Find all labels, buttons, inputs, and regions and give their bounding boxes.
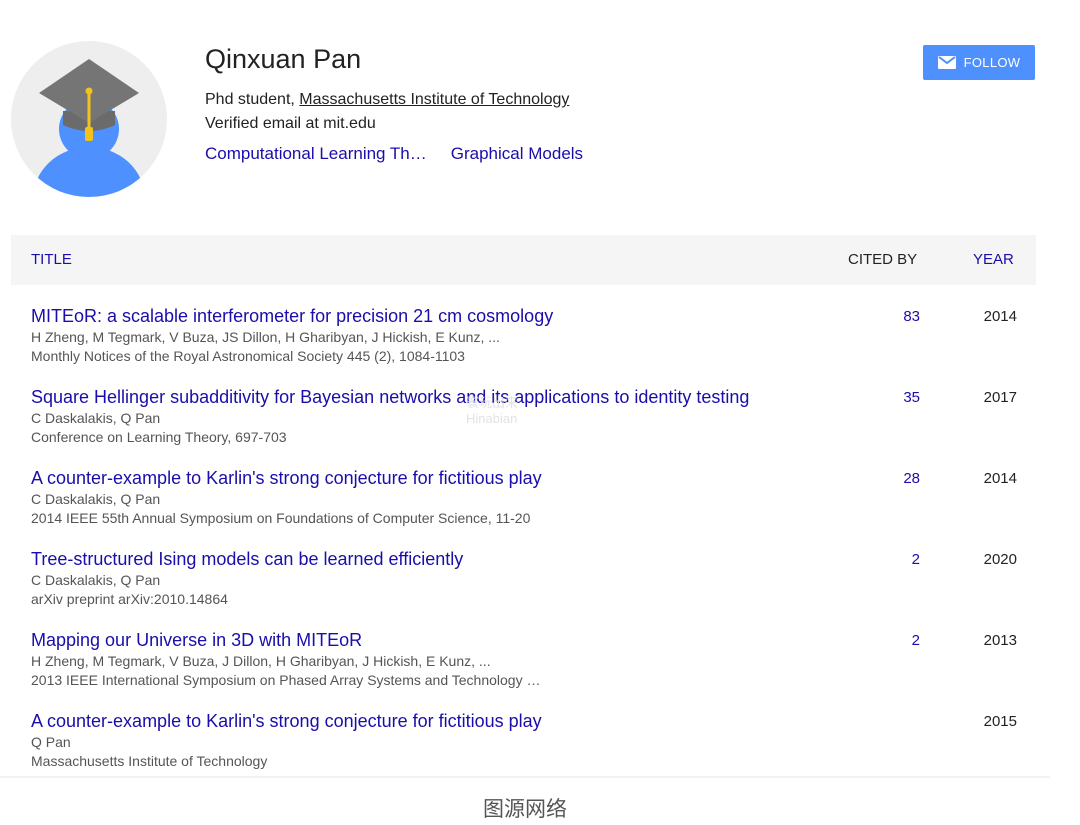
article-authors: Q Pan [31,734,71,750]
table-header: TITLE CITED BY YEAR [11,235,1036,285]
article-title-link[interactable]: A counter-example to Karlin's strong con… [31,710,542,732]
sort-by-title-header[interactable]: TITLE [31,251,72,268]
article-authors: C Daskalakis, Q Pan [31,572,161,588]
mail-icon [937,56,956,69]
article-year: 2014 [983,308,1017,325]
table-row: MITEoR: a scalable interferometer for pr… [11,297,1036,378]
table-row: A counter-example to Karlin's strong con… [11,702,1036,783]
cited-by-count-link[interactable]: 35 [903,389,920,407]
article-title-link[interactable]: A counter-example to Karlin's strong con… [31,467,542,489]
profile-name: Qinxuan Pan [205,44,362,74]
article-title-link[interactable]: MITEoR: a scalable interferometer for pr… [31,305,553,327]
verified-email: Verified email at mit.edu [205,115,376,132]
article-venue: 2014 IEEE 55th Annual Symposium on Found… [31,510,531,526]
article-venue: Conference on Learning Theory, 697-703 [31,429,287,445]
profile-info: Qinxuan Pan Phd student, Massachusetts I… [205,42,583,165]
article-list: MITEoR: a scalable interferometer for pr… [11,297,1036,783]
article-venue: arXiv preprint arXiv:2010.14864 [31,591,228,607]
graduation-cap-avatar-icon [33,59,145,197]
table-row: Tree-structured Ising models can be lear… [11,540,1036,621]
article-venue: 2013 IEEE International Symposium on Pha… [31,672,541,688]
article-year: 2020 [983,551,1017,568]
article-authors: H Zheng, M Tegmark, V Buza, J Dillon, H … [31,653,491,669]
article-title-link[interactable]: Mapping our Universe in 3D with MITEoR [31,629,362,651]
follow-button[interactable]: FOLLOW [923,45,1035,80]
article-year: 2017 [983,389,1017,406]
avatar [11,41,167,197]
interest-link-learning-theory[interactable]: Computational Learning Th… [205,143,427,165]
cited-by-count-link[interactable]: 2 [912,551,920,569]
article-year: 2013 [983,632,1017,649]
affiliation-prefix: Phd student, [205,91,300,108]
article-year: 2015 [983,713,1017,730]
cited-by-count-link[interactable]: 28 [903,470,920,488]
table-row: Square Hellinger subadditivity for Bayes… [11,378,1036,459]
cited-by-header: CITED BY [848,251,918,268]
article-authors: C Daskalakis, Q Pan [31,410,161,426]
article-title-link[interactable]: Tree-structured Ising models can be lear… [31,548,463,570]
follow-label: FOLLOW [963,55,1021,70]
table-row: Mapping our Universe in 3D with MITEoR H… [11,621,1036,702]
table-row: A counter-example to Karlin's strong con… [11,459,1036,540]
article-authors: C Daskalakis, Q Pan [31,491,161,507]
research-interests: Computational Learning Th… Graphical Mod… [205,143,583,165]
affiliation-link[interactable]: Massachusetts Institute of Technology [299,91,569,108]
divider [0,776,1050,778]
scholar-profile-page: Qinxuan Pan Phd student, Massachusetts I… [0,0,1080,825]
article-year: 2014 [983,470,1017,487]
article-authors: H Zheng, M Tegmark, V Buza, JS Dillon, H… [31,329,500,345]
cited-by-count-link[interactable]: 2 [912,632,920,650]
image-caption: 图源网络 [483,797,567,821]
article-venue: Massachusetts Institute of Technology [31,753,268,769]
interest-link-graphical-models[interactable]: Graphical Models [451,143,583,165]
profile-affiliation: Phd student, Massachusetts Institute of … [205,90,583,110]
cited-by-count-link[interactable]: 83 [903,308,920,326]
sort-by-year-header[interactable]: YEAR [973,251,1014,268]
article-venue: Monthly Notices of the Royal Astronomica… [31,348,465,364]
article-title-link[interactable]: Square Hellinger subadditivity for Bayes… [31,386,749,408]
